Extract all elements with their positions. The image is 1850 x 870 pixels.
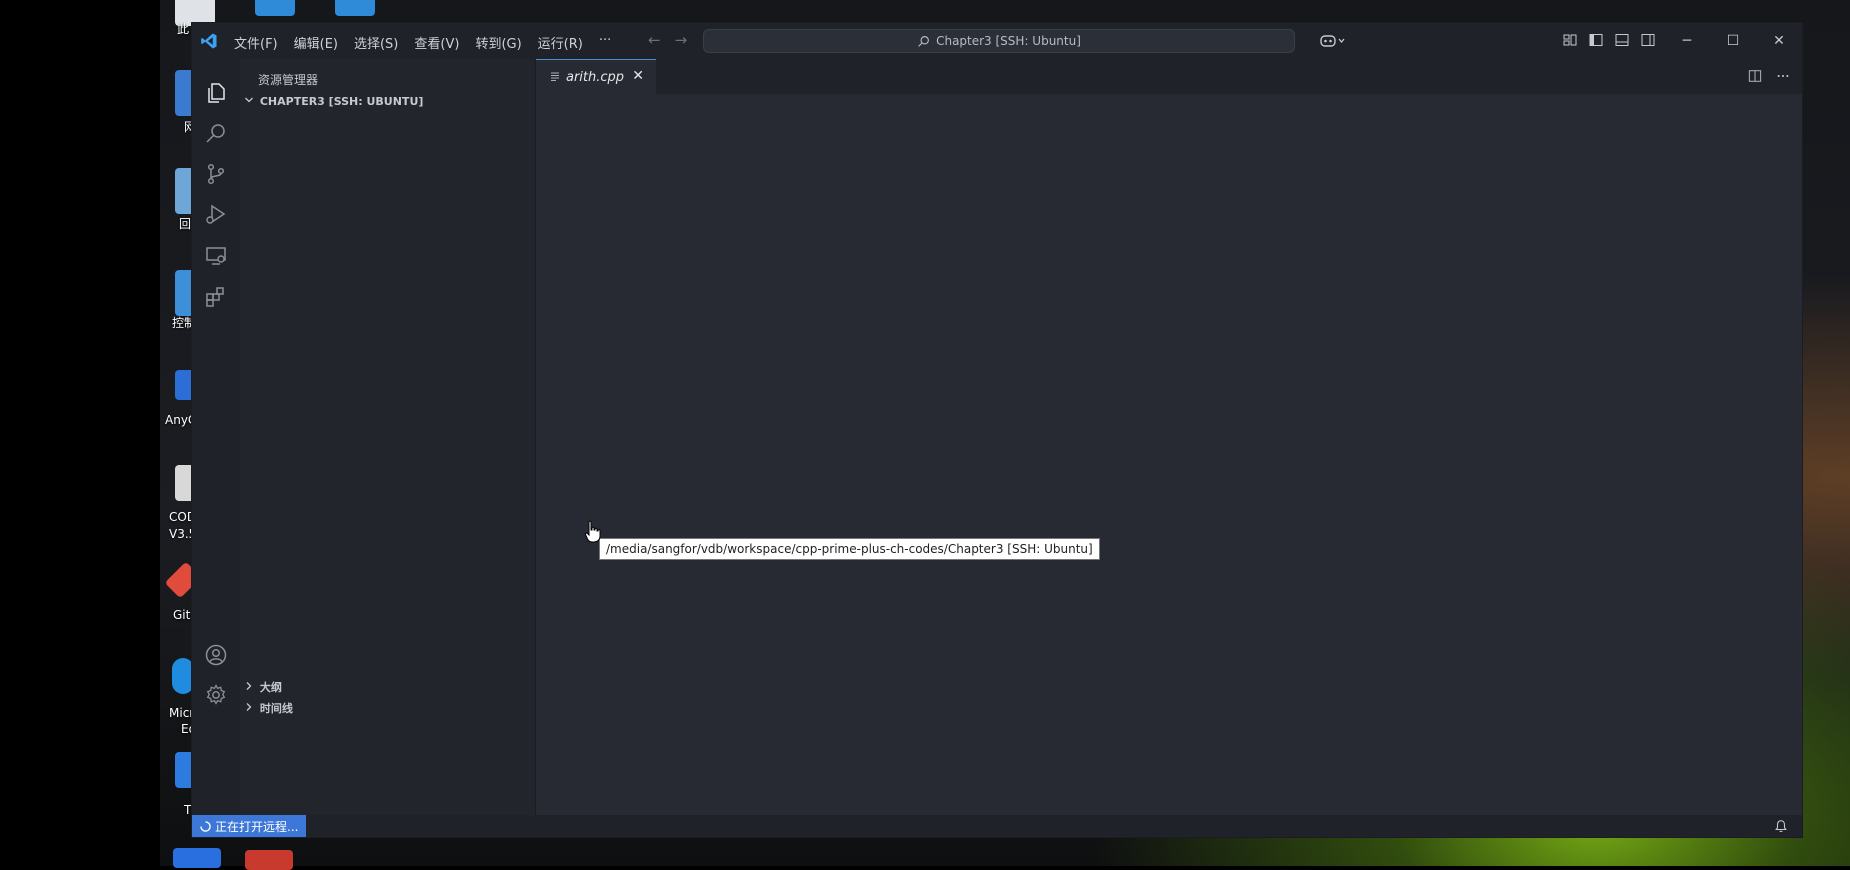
notifications-bell-icon[interactable] [1774, 819, 1788, 833]
nav-arrows: ← → [648, 31, 687, 49]
desktop-black-strip [0, 0, 160, 866]
desktop-icon-3[interactable] [335, 0, 375, 16]
tab-arith-cpp[interactable]: arith.cpp ✕ [536, 59, 656, 94]
outline-label: 大纲 [259, 681, 282, 694]
desktop-icon-2[interactable] [255, 0, 295, 16]
toggle-secondary-sidebar-icon[interactable] [1640, 32, 1656, 48]
search-icon[interactable] [204, 121, 228, 145]
editor-tab-bar: arith.cpp ✕ [536, 59, 1802, 94]
hand-cursor-icon [584, 520, 601, 543]
chevron-right-icon [244, 702, 256, 715]
timeline-label: 时间线 [259, 702, 293, 715]
close-window-button[interactable]: ✕ [1756, 23, 1802, 59]
search-title: Chapter3 [SSH: Ubuntu] [936, 34, 1081, 48]
tab-close-icon[interactable]: ✕ [632, 68, 644, 84]
back-arrow-icon[interactable]: ← [648, 31, 661, 49]
taskbar-icon-2[interactable] [245, 850, 293, 870]
more-actions-icon[interactable] [1776, 69, 1790, 83]
activity-bar [192, 59, 240, 815]
chevron-right-icon [244, 681, 256, 694]
desktop-label: 此 [177, 22, 190, 36]
search-icon [918, 35, 930, 47]
menu-more[interactable]: ··· [599, 33, 611, 52]
title-bar: 文件(F) 编辑(E) 选择(S) 查看(V) 转到(G) 运行(R) ··· … [192, 23, 1802, 59]
extensions-icon[interactable] [204, 285, 228, 309]
chevron-down-icon [244, 95, 256, 108]
menu-bar: 文件(F) 编辑(E) 选择(S) 查看(V) 转到(G) 运行(R) ··· [234, 33, 611, 52]
forward-arrow-icon[interactable]: → [675, 31, 688, 49]
toggle-primary-sidebar-icon[interactable] [1588, 32, 1604, 48]
menu-view[interactable]: 查看(V) [414, 33, 459, 52]
copilot-glyph-icon [1320, 35, 1345, 47]
run-debug-icon[interactable] [204, 202, 228, 226]
outline-section-header[interactable]: 大纲 [244, 679, 282, 695]
remote-status-label: 正在打开远程... [215, 819, 299, 834]
maximize-button[interactable]: ☐ [1710, 23, 1756, 59]
workspace-folder-header[interactable]: CHAPTER3 [SSH: UBUNTU] [244, 95, 423, 108]
vscode-window: 文件(F) 编辑(E) 选择(S) 查看(V) 转到(G) 运行(R) ··· … [191, 22, 1803, 838]
workspace-folder-label: CHAPTER3 [SSH: UBUNTU] [259, 95, 424, 108]
status-bar: 正在打开远程... [192, 815, 1802, 837]
loading-spinner-icon [200, 820, 211, 832]
menu-selection[interactable]: 选择(S) [354, 33, 398, 52]
account-icon[interactable] [204, 643, 228, 667]
settings-gear-icon[interactable] [204, 683, 228, 707]
split-editor-icon[interactable] [1748, 69, 1762, 83]
file-lines-icon [550, 70, 560, 84]
minimize-button[interactable]: ─ [1664, 23, 1710, 59]
menu-go[interactable]: 转到(G) [475, 33, 521, 52]
desktop-label: Git [173, 608, 191, 622]
menu-file[interactable]: 文件(F) [234, 33, 278, 52]
vscode-logo-icon [201, 33, 217, 49]
explorer-sidebar: 资源管理器 CHAPTER3 [SSH: UBUNTU] 大纲 时间线 [240, 59, 536, 815]
explorer-icon[interactable] [204, 81, 228, 105]
toggle-panel-icon[interactable] [1614, 32, 1630, 48]
menu-edit[interactable]: 编辑(E) [294, 33, 338, 52]
remote-indicator[interactable]: 正在打开远程... [192, 815, 307, 837]
copilot-icon[interactable] [1320, 33, 1346, 53]
desktop-label: 回 [179, 217, 192, 231]
layout-controls [1562, 32, 1656, 48]
path-tooltip: /media/sangfor/vdb/workspace/cpp-prime-p… [599, 538, 1100, 560]
timeline-section-header[interactable]: 时间线 [244, 700, 293, 716]
editor-area[interactable] [536, 94, 1802, 815]
sidebar-title: 资源管理器 [258, 73, 319, 87]
menu-run[interactable]: 运行(R) [538, 33, 583, 52]
tab-label: arith.cpp [566, 69, 625, 85]
source-control-icon[interactable] [204, 162, 228, 186]
taskbar-icon-1[interactable] [173, 848, 221, 868]
command-center-search[interactable]: Chapter3 [SSH: Ubuntu] [703, 29, 1295, 53]
editor-actions [1748, 69, 1790, 83]
customize-layout-icon[interactable] [1562, 32, 1578, 48]
window-controls: ─ ☐ ✕ [1664, 23, 1802, 59]
remote-explorer-icon[interactable] [204, 244, 228, 268]
